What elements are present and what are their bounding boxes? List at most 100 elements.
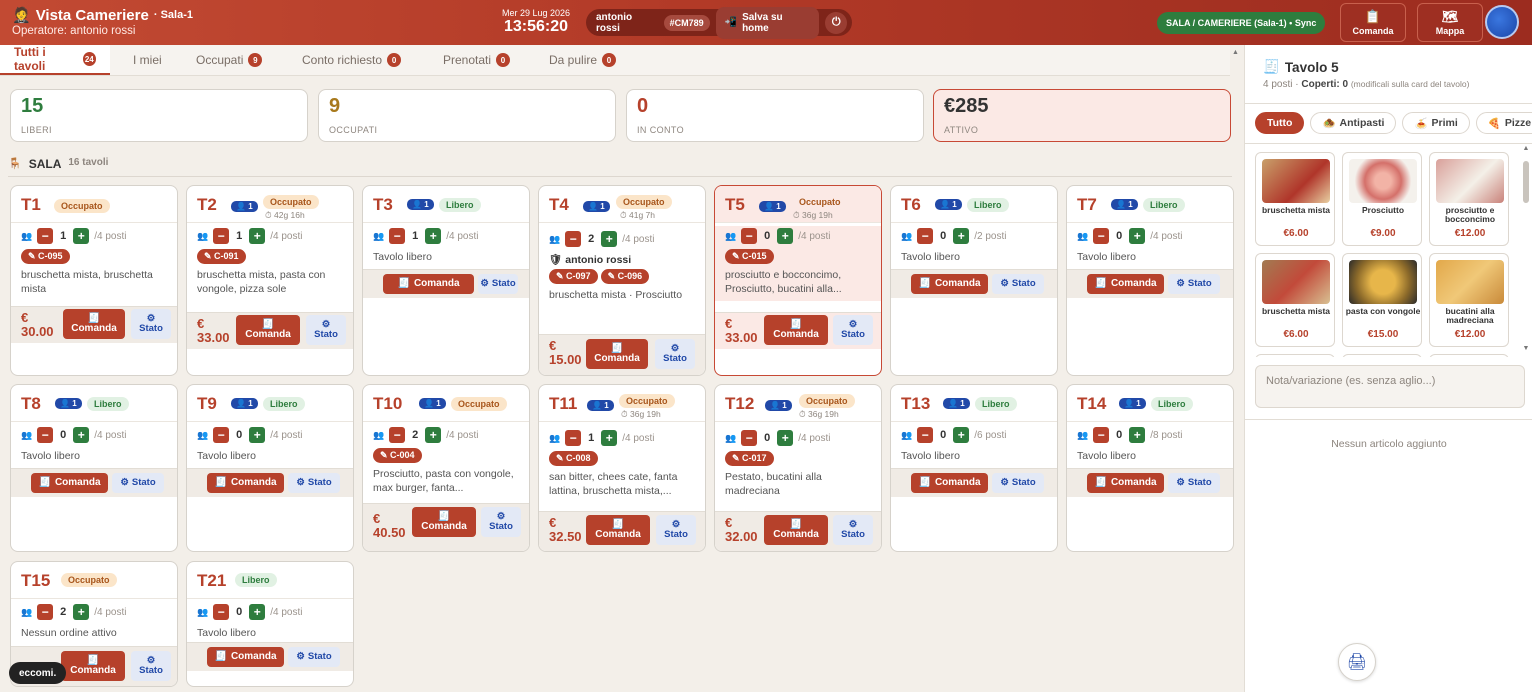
stat-liberi[interactable]: 15 LIBERI bbox=[10, 89, 308, 142]
table-card-t5[interactable]: T5 👤 1 Occupato ⏱ 36g 19h 👥 −0 + /4 posti ✎ C-… bbox=[714, 185, 882, 376]
covers-minus-button[interactable]: − bbox=[389, 427, 406, 443]
covers-plus-button[interactable]: + bbox=[73, 604, 90, 620]
covers-minus-button[interactable]: − bbox=[37, 228, 54, 244]
covers-minus-button[interactable]: − bbox=[213, 228, 230, 244]
comanda-button[interactable]: 🧾 Comanda bbox=[63, 309, 125, 339]
covers-plus-button[interactable]: + bbox=[953, 427, 970, 443]
covers-plus-button[interactable]: + bbox=[425, 427, 442, 443]
covers-plus-button[interactable]: + bbox=[73, 427, 90, 443]
tab-prenotati[interactable]: Prenotati 0 bbox=[443, 45, 511, 75]
stato-button[interactable]: ⚙ Stato bbox=[833, 515, 873, 545]
covers-minus-button[interactable]: − bbox=[917, 427, 934, 443]
table-card-t9[interactable]: T9 👤 1 Libero 👥 −0 + /4 posti Tavolo libero 🧾… bbox=[186, 384, 354, 552]
product-card[interactable] bbox=[1255, 354, 1335, 357]
avatar[interactable] bbox=[1485, 5, 1519, 39]
table-card-t2[interactable]: T2 👤 1 Occupato ⏱ 42g 16h 👥 −1 + /4 posti ✎ C-… bbox=[186, 185, 354, 376]
tab-occupati[interactable]: Occupati 9 bbox=[196, 45, 263, 75]
order-chip[interactable]: ✎ C-015 bbox=[725, 249, 774, 264]
stato-button[interactable]: ⚙ Stato bbox=[131, 651, 171, 681]
product-card[interactable]: pasta con vongole €15.00 bbox=[1342, 253, 1422, 347]
covers-plus-button[interactable]: + bbox=[249, 427, 266, 443]
product-card[interactable]: bucatini alla madreciana €12.00 bbox=[1429, 253, 1509, 347]
covers-minus-button[interactable]: − bbox=[37, 604, 54, 620]
covers-plus-button[interactable]: + bbox=[73, 228, 90, 244]
product-card[interactable]: prosciutto e bocconcimo €12.00 bbox=[1429, 152, 1509, 246]
stato-button[interactable]: ⚙ Stato bbox=[481, 507, 521, 537]
comanda-header-button[interactable]: 📋 Comanda bbox=[1340, 3, 1406, 42]
covers-minus-button[interactable]: − bbox=[213, 427, 230, 443]
eccomi-badge[interactable]: eccomi. bbox=[9, 662, 67, 684]
comanda-button[interactable]: 🧾 Comanda bbox=[586, 339, 648, 369]
table-card-t11[interactable]: T11 👤 1 Occupato ⏱ 36g 19h 👥 −1 + /4 posti ✎ C… bbox=[538, 384, 706, 552]
stato-button[interactable]: ⚙ Stato bbox=[992, 274, 1044, 294]
product-card[interactable]: Prosciutto €9.00 bbox=[1342, 152, 1422, 246]
product-card[interactable]: bruschetta mista €6.00 bbox=[1255, 253, 1335, 347]
stato-button[interactable]: ⚙ Stato bbox=[1168, 274, 1220, 294]
order-chip[interactable]: ✎ C-017 bbox=[725, 451, 774, 466]
covers-minus-button[interactable]: − bbox=[37, 427, 54, 443]
comanda-button[interactable]: 🧾 Comanda bbox=[207, 647, 284, 667]
covers-plus-button[interactable]: + bbox=[601, 430, 618, 446]
scroll-down-icon[interactable]: ▼ bbox=[1521, 345, 1531, 352]
comanda-button[interactable]: 🧾 Comanda bbox=[61, 651, 125, 681]
covers-plus-button[interactable]: + bbox=[249, 228, 266, 244]
covers-minus-button[interactable]: − bbox=[917, 228, 934, 244]
tab-tutti[interactable]: Tutti i tavoli 24 bbox=[0, 45, 110, 75]
stato-button[interactable]: ⚙ Stato bbox=[833, 315, 873, 345]
table-card-t4[interactable]: T4 👤 1 Occupato ⏱ 41g 7h 👥 −2 + /4 posti 🛡 ant… bbox=[538, 185, 706, 376]
category-tutto[interactable]: Tutto bbox=[1255, 112, 1305, 134]
comanda-button[interactable]: 🧾 Comanda bbox=[383, 274, 474, 294]
stato-button[interactable]: ⚙ Stato bbox=[992, 473, 1044, 493]
tab-conto-richiesto[interactable]: Conto richiesto 0 bbox=[302, 45, 402, 75]
covers-minus-button[interactable]: − bbox=[741, 228, 758, 244]
stat-occupati[interactable]: 9 OCCUPATI bbox=[318, 89, 616, 142]
stato-button[interactable]: ⚙ Stato bbox=[656, 515, 696, 545]
power-button[interactable]: ⏻ bbox=[825, 11, 847, 34]
table-card-t6[interactable]: T6 👤 1 Libero 👥 −0 + /2 posti Tavolo libero 🧾… bbox=[890, 185, 1058, 376]
order-chip[interactable]: ✎ C-004 bbox=[373, 448, 422, 463]
covers-plus-button[interactable]: + bbox=[249, 604, 266, 620]
stato-button[interactable]: ⚙ Stato bbox=[112, 473, 164, 493]
order-chip[interactable]: ✎ C-097 bbox=[549, 269, 598, 284]
stato-button[interactable]: ⚙ Stato bbox=[288, 647, 340, 667]
product-card[interactable] bbox=[1342, 354, 1422, 357]
stato-button[interactable]: ⚙ Stato bbox=[655, 339, 695, 369]
covers-minus-button[interactable]: − bbox=[565, 231, 582, 247]
covers-minus-button[interactable]: − bbox=[565, 430, 582, 446]
table-card-t8[interactable]: T8 👤 1 Libero 👥 −0 + /4 posti Tavolo libero 🧾… bbox=[10, 384, 178, 552]
comanda-button[interactable]: 🧾 Comanda bbox=[911, 473, 988, 493]
covers-plus-button[interactable]: + bbox=[601, 231, 618, 247]
category-primi[interactable]: 🍝 Primi bbox=[1402, 112, 1470, 134]
table-card-t14[interactable]: T14 👤 1 Libero 👥 −0 +/8 posti Tavolo libero … bbox=[1066, 384, 1234, 552]
covers-plus-button[interactable]: + bbox=[953, 228, 970, 244]
print-button[interactable]: 🖨 bbox=[1338, 643, 1376, 681]
stato-button[interactable]: ⚙ Stato bbox=[288, 473, 340, 493]
stato-button[interactable]: ⚙ Stato bbox=[306, 315, 346, 345]
covers-minus-button[interactable]: − bbox=[213, 604, 230, 620]
stato-button[interactable]: ⚙ Stato bbox=[1168, 473, 1220, 493]
stato-button[interactable]: ⚙ Stato bbox=[131, 309, 171, 339]
order-chip[interactable]: ✎ C-091 bbox=[197, 249, 246, 264]
product-card[interactable]: bruschetta mista €6.00 bbox=[1255, 152, 1335, 246]
table-card-t7[interactable]: T7 👤 1 Libero 👥 −0 + /4 posti Tavolo libero 🧾… bbox=[1066, 185, 1234, 376]
covers-plus-button[interactable]: + bbox=[1129, 228, 1146, 244]
stat-in-conto[interactable]: 0 IN CONTO bbox=[626, 89, 924, 142]
note-input[interactable]: Nota/variazione (es. senza aglio...) bbox=[1255, 365, 1525, 408]
comanda-button[interactable]: 🧾 Comanda bbox=[1087, 473, 1164, 493]
table-card-t3[interactable]: T3 👤 1 Libero 👥 −1 + /4 posti Tavolo libero 🧾… bbox=[362, 185, 530, 376]
order-chip[interactable]: ✎ C-096 bbox=[600, 269, 650, 284]
mappa-header-button[interactable]: 🗺 Mappa bbox=[1417, 3, 1483, 42]
order-chip[interactable]: ✎ C-095 bbox=[21, 249, 70, 264]
covers-minus-button[interactable]: − bbox=[389, 228, 406, 244]
comanda-button[interactable]: 🧾 Comanda bbox=[764, 315, 828, 345]
comanda-button[interactable]: 🧾 Comanda bbox=[764, 515, 828, 545]
table-card-t10[interactable]: T10 👤 1 Occupato 👥 −2 + /4 posti ✎ C-004 Pros… bbox=[362, 384, 530, 552]
stat-attivo[interactable]: €285 ATTIVO bbox=[933, 89, 1231, 142]
comanda-button[interactable]: 🧾 Comanda bbox=[236, 315, 300, 345]
comanda-button[interactable]: 🧾 Comanda bbox=[586, 515, 650, 545]
table-card-t12[interactable]: T12 👤 1 Occupato ⏱ 36g 19h 👥 −0 + /4 posti ✎ C… bbox=[714, 384, 882, 552]
comanda-button[interactable]: 🧾 Comanda bbox=[207, 473, 284, 493]
covers-minus-button[interactable]: − bbox=[1093, 427, 1110, 443]
comanda-button[interactable]: 🧾 Comanda bbox=[412, 507, 476, 537]
main-scrollbar[interactable]: ▲ bbox=[1230, 45, 1242, 76]
